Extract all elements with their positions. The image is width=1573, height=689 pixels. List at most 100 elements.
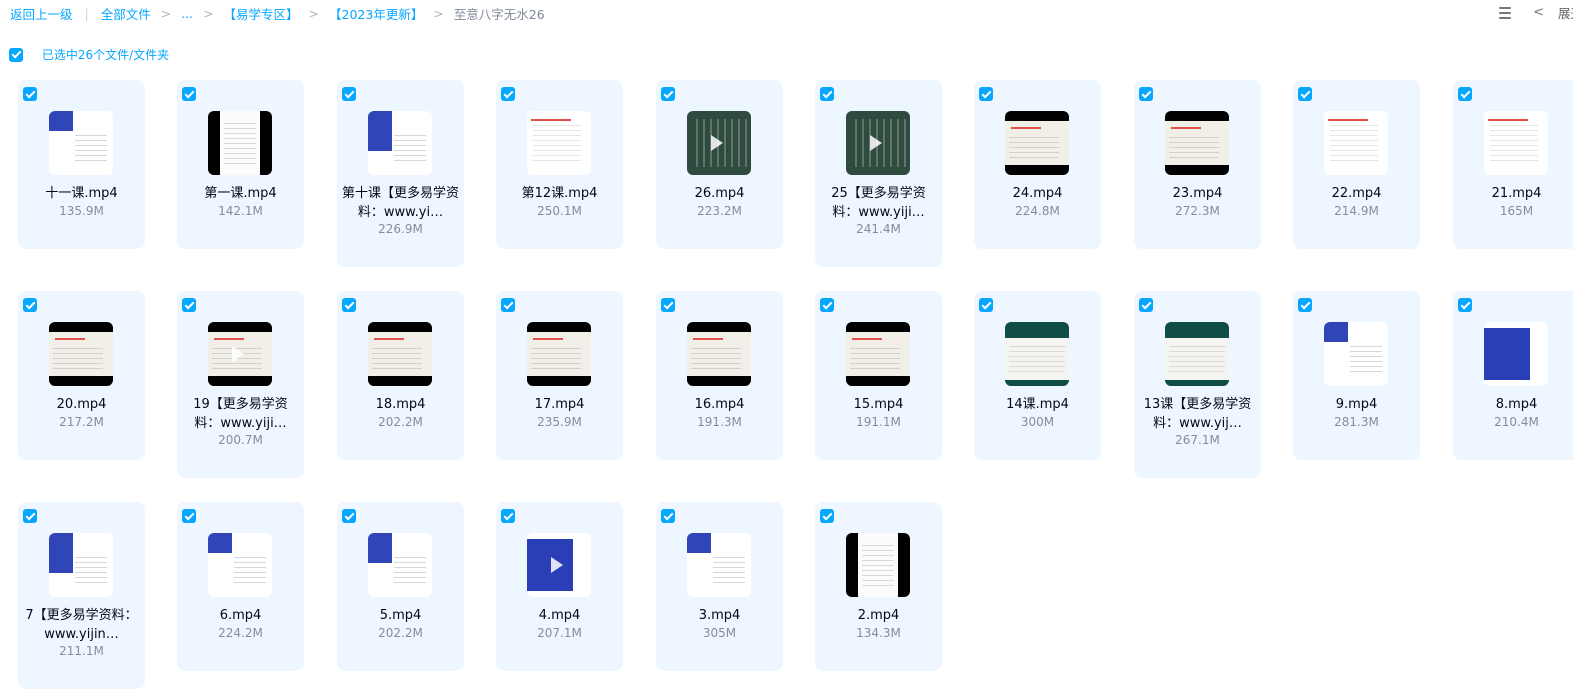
file-size: 207.1M <box>537 626 582 640</box>
file-checkbox[interactable] <box>182 87 196 101</box>
file-size: 210.4M <box>1494 415 1539 429</box>
file-card[interactable]: 26.mp4 223.2M <box>656 80 783 249</box>
file-checkbox[interactable] <box>501 298 515 312</box>
file-checkbox[interactable] <box>1458 298 1472 312</box>
file-card[interactable]: 第12课.mp4 250.1M <box>496 80 623 249</box>
back-link[interactable]: 返回上一级 <box>10 4 73 23</box>
file-size: 135.9M <box>59 204 104 218</box>
expand-button[interactable]: 展开 <box>1558 3 1573 22</box>
video-thumbnail <box>846 111 910 175</box>
file-card[interactable]: 20.mp4 217.2M <box>18 291 145 460</box>
file-name: 第12课.mp4 <box>521 186 598 201</box>
file-checkbox[interactable] <box>1458 87 1472 101</box>
file-checkbox[interactable] <box>342 509 356 523</box>
file-checkbox[interactable] <box>23 298 37 312</box>
file-card[interactable]: 23.mp4 272.3M <box>1134 80 1261 249</box>
file-size: 200.7M <box>218 433 263 447</box>
file-name: 7【更多易学资料：www.yijin… <box>25 608 138 642</box>
file-size: 241.4M <box>856 222 901 236</box>
file-size: 211.1M <box>59 644 104 658</box>
file-name: 13课【更多易学资料：www.yij… <box>1143 397 1252 431</box>
file-card[interactable]: 第一课.mp4 142.1M <box>177 80 304 249</box>
file-size: 250.1M <box>537 204 582 218</box>
file-checkbox[interactable] <box>979 298 993 312</box>
file-size: 235.9M <box>537 415 582 429</box>
file-checkbox[interactable] <box>661 298 675 312</box>
breadcrumb-item-ellipsis[interactable]: ... <box>181 6 193 21</box>
list-view-icon[interactable] <box>1499 6 1512 19</box>
video-thumbnail <box>1484 322 1548 386</box>
file-card[interactable]: 8.mp4 210.4M <box>1453 291 1573 460</box>
breadcrumb-item-all-files[interactable]: 全部文件 <box>101 4 151 23</box>
file-name: 14课.mp4 <box>1006 397 1069 412</box>
file-size: 202.2M <box>378 415 423 429</box>
file-checkbox[interactable] <box>182 298 196 312</box>
file-card[interactable]: 15.mp4 191.1M <box>815 291 942 460</box>
select-all-checkbox[interactable] <box>9 47 23 62</box>
file-card[interactable]: 7【更多易学资料：www.yijin… 211.1M <box>18 502 145 689</box>
file-checkbox[interactable] <box>1298 298 1312 312</box>
file-card[interactable]: 2.mp4 134.3M <box>815 502 942 671</box>
file-card[interactable]: 18.mp4 202.2M <box>337 291 464 460</box>
file-size: 217.2M <box>59 415 104 429</box>
file-card[interactable]: 22.mp4 214.9M <box>1293 80 1420 249</box>
file-card[interactable]: 14课.mp4 300M <box>974 291 1101 460</box>
file-card[interactable]: 24.mp4 224.8M <box>974 80 1101 249</box>
file-name: 20.mp4 <box>56 397 107 412</box>
selection-bar: 已选中26个文件/文件夹 <box>9 46 169 64</box>
file-name: 17.mp4 <box>534 397 585 412</box>
file-checkbox[interactable] <box>1139 87 1153 101</box>
video-thumbnail <box>368 322 432 386</box>
file-card[interactable]: 25【更多易学资料：www.yiji… 241.4M <box>815 80 942 267</box>
file-card[interactable]: 十一课.mp4 135.9M <box>18 80 145 249</box>
file-checkbox[interactable] <box>501 87 515 101</box>
file-checkbox[interactable] <box>23 87 37 101</box>
file-card[interactable]: 16.mp4 191.3M <box>656 291 783 460</box>
file-checkbox[interactable] <box>820 298 834 312</box>
file-size: 191.3M <box>697 415 742 429</box>
file-card[interactable]: 21.mp4 165M <box>1453 80 1573 249</box>
file-card[interactable]: 6.mp4 224.2M <box>177 502 304 671</box>
view-controls: < 展开 <box>1499 3 1573 22</box>
video-thumbnail <box>1484 111 1548 175</box>
selection-count: 已选中26个文件/文件夹 <box>41 48 170 62</box>
file-card[interactable]: 13课【更多易学资料：www.yij… 267.1M <box>1134 291 1261 478</box>
file-name: 25【更多易学资料：www.yiji… <box>831 186 926 220</box>
video-thumbnail <box>687 322 751 386</box>
file-checkbox[interactable] <box>342 298 356 312</box>
file-checkbox[interactable] <box>661 509 675 523</box>
file-card[interactable]: 第十课【更多易学资料：www.yi… 226.9M <box>337 80 464 267</box>
file-card[interactable]: 17.mp4 235.9M <box>496 291 623 460</box>
file-checkbox[interactable] <box>182 509 196 523</box>
file-checkbox[interactable] <box>1298 87 1312 101</box>
file-card[interactable]: 5.mp4 202.2M <box>337 502 464 671</box>
video-thumbnail <box>208 322 272 386</box>
file-card[interactable]: 4.mp4 207.1M <box>496 502 623 671</box>
file-name: 21.mp4 <box>1491 186 1542 201</box>
video-thumbnail <box>208 533 272 597</box>
file-checkbox[interactable] <box>342 87 356 101</box>
file-checkbox[interactable] <box>661 87 675 101</box>
file-card[interactable]: 9.mp4 281.3M <box>1293 291 1420 460</box>
file-checkbox[interactable] <box>23 509 37 523</box>
breadcrumb-item-yixue[interactable]: 【易学专区】 <box>224 4 299 23</box>
video-thumbnail <box>1165 322 1229 386</box>
chevron-left-icon[interactable]: < <box>1533 5 1544 20</box>
file-checkbox[interactable] <box>820 509 834 523</box>
play-icon <box>232 346 244 362</box>
video-thumbnail <box>527 322 591 386</box>
video-thumbnail <box>846 322 910 386</box>
file-card[interactable]: 19【更多易学资料：www.yiji… 200.7M <box>177 291 304 478</box>
file-card[interactable]: 3.mp4 305M <box>656 502 783 671</box>
file-name: 22.mp4 <box>1331 186 1382 201</box>
file-size: 134.3M <box>856 626 901 640</box>
file-checkbox[interactable] <box>501 509 515 523</box>
file-name: 2.mp4 <box>857 608 900 623</box>
chevron-right-icon: > <box>433 6 444 21</box>
file-checkbox[interactable] <box>1139 298 1153 312</box>
breadcrumb-item-2023[interactable]: 【2023年更新】 <box>329 4 423 23</box>
top-bar: 返回上一级 | 全部文件 > ... > 【易学专区】 > 【2023年更新】 … <box>0 0 1573 26</box>
file-checkbox[interactable] <box>820 87 834 101</box>
file-size: 281.3M <box>1334 415 1379 429</box>
file-checkbox[interactable] <box>979 87 993 101</box>
